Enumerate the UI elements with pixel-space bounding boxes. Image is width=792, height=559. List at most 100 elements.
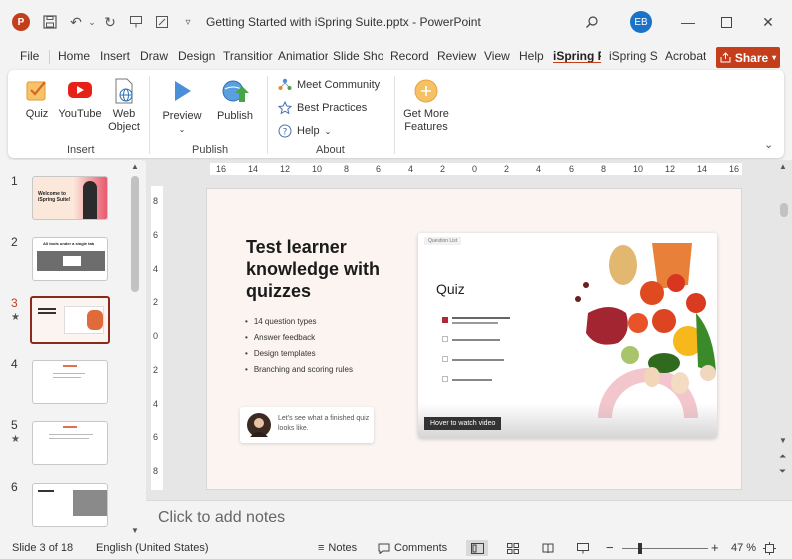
tab-home[interactable]: Home	[58, 49, 90, 63]
ruler-tick-label: 6	[153, 230, 159, 240]
slide-number: 3	[11, 296, 18, 310]
slide-thumbnail-2[interactable]: All tools under a single tab	[32, 237, 108, 281]
quiz-option-checkbox	[442, 356, 448, 362]
zoom-slider-thumb[interactable]	[638, 543, 642, 554]
tab-transitions[interactable]: Transitior	[223, 49, 273, 63]
ruler-tick-label: 6	[376, 164, 382, 174]
slide-thumbnail-1[interactable]: Welcome to iSpring Suite!	[32, 176, 108, 220]
tab-animations[interactable]: Animatior	[278, 49, 328, 63]
help-button[interactable]: ? Help ⌄	[278, 124, 331, 138]
preview-label: Preview	[162, 110, 202, 122]
undo-dropdown-icon[interactable]: ⌄	[82, 12, 102, 32]
search-icon[interactable]	[582, 12, 602, 32]
scroll-down-icon[interactable]: ▼	[131, 526, 139, 535]
help-dropdown-icon: ⌄	[324, 126, 332, 136]
speech-bubble[interactable]: Let's see what a finished quiz looks lik…	[240, 407, 374, 443]
tab-design[interactable]: Design	[178, 49, 215, 63]
slide-title[interactable]: Test learner knowledge with quizzes	[246, 236, 396, 302]
draw-icon[interactable]	[152, 12, 172, 32]
web-object-button[interactable]: Web Object	[105, 78, 143, 134]
web-object-label-1: Web	[112, 108, 136, 120]
tab-slide-show[interactable]: Slide Sho	[333, 49, 383, 63]
youtube-icon	[68, 82, 92, 98]
zoom-out-icon[interactable]: −	[606, 540, 614, 555]
best-practices-button[interactable]: Best Practices	[278, 101, 367, 115]
quiz-icon	[26, 81, 46, 101]
slide-thumbnail-4[interactable]	[32, 360, 108, 404]
tab-file[interactable]: File	[20, 49, 39, 63]
get-more-features-button[interactable]: Get More Features	[401, 78, 451, 134]
notes-icon: ≡	[318, 542, 325, 554]
thumb-text-line	[63, 365, 77, 367]
tab-ispring-free[interactable]: iSpring F	[553, 49, 601, 63]
slide-thumbnail-6[interactable]	[32, 483, 108, 527]
share-button[interactable]: Share ▾	[716, 47, 780, 68]
tab-acrobat[interactable]: Acrobat	[665, 49, 706, 63]
zoom-level-label[interactable]: 47 %	[731, 542, 756, 554]
scroll-up-icon[interactable]: ▲	[131, 162, 139, 171]
fit-to-window-icon[interactable]	[763, 542, 776, 555]
notes-label: Notes	[328, 542, 358, 554]
notes-button[interactable]: ≡ Notes	[318, 542, 357, 554]
slide-number: 5	[11, 418, 18, 432]
youtube-button[interactable]: YouTube	[58, 78, 102, 121]
slide-thumbnail-5[interactable]	[32, 421, 108, 465]
hover-to-watch-label[interactable]: Hover to watch video	[424, 417, 502, 430]
previous-slide-icon[interactable]: ⏶	[779, 451, 786, 461]
normal-view-icon[interactable]	[466, 540, 488, 556]
redo-icon[interactable]: ↻	[100, 12, 120, 32]
next-slide-icon[interactable]: ⏷	[779, 466, 786, 476]
preview-button[interactable]: Preview ⌄	[160, 78, 204, 136]
zoom-in-icon[interactable]: +	[711, 540, 719, 555]
get-more-label: Get More	[403, 108, 449, 120]
quiz-button[interactable]: Quiz	[22, 78, 52, 121]
quiz-card-title: Quiz	[436, 281, 465, 297]
quiz-option-checkbox	[442, 376, 448, 382]
web-object-icon	[115, 78, 133, 104]
thumb-person-image	[83, 181, 97, 219]
notes-pane[interactable]: Click to add notes	[146, 500, 792, 538]
language-label[interactable]: English (United States)	[96, 542, 209, 554]
tab-review[interactable]: Review	[437, 49, 476, 63]
customize-toolbar-icon[interactable]: ▿	[178, 12, 198, 32]
tab-record[interactable]: Record	[390, 49, 429, 63]
tab-ispring-suite[interactable]: iSpring S	[609, 49, 659, 63]
present-icon[interactable]	[126, 12, 146, 32]
slide-sorter-icon[interactable]	[502, 540, 524, 556]
bullet-list[interactable]: 14 question types Answer feedback Design…	[245, 314, 353, 378]
bullet-item: Design templates	[245, 346, 353, 362]
share-label: Share	[734, 50, 769, 65]
slide-canvas[interactable]: Test learner knowledge with quizzes 14 q…	[206, 188, 742, 490]
tab-help[interactable]: Help	[519, 49, 544, 63]
reading-view-icon[interactable]	[537, 540, 559, 556]
maximize-icon[interactable]	[716, 12, 736, 32]
ribbon-divider	[267, 76, 268, 154]
collapse-ribbon-icon[interactable]: ⌄	[764, 138, 773, 151]
tab-view[interactable]: View	[484, 49, 510, 63]
ribbon-divider	[149, 76, 150, 154]
meet-community-button[interactable]: Meet Community	[278, 78, 380, 92]
publish-button[interactable]: Publish	[213, 78, 257, 123]
thumb-text-line	[38, 490, 54, 492]
tab-insert[interactable]: Insert	[100, 49, 130, 63]
zoom-slider-track[interactable]	[622, 548, 708, 549]
save-icon[interactable]	[40, 12, 60, 32]
quiz-preview-card[interactable]: Question List Quiz Hover to watch video	[418, 233, 717, 438]
quiz-option-line	[452, 379, 492, 381]
tab-draw[interactable]: Draw	[140, 49, 168, 63]
comments-button[interactable]: Comments	[378, 542, 447, 554]
scroll-down-icon[interactable]: ▼	[779, 436, 787, 445]
scroll-up-icon[interactable]: ▲	[779, 162, 787, 171]
editor-scrollbar-thumb[interactable]	[780, 203, 788, 217]
thumb-screenshot	[73, 490, 107, 516]
star-icon	[278, 101, 292, 115]
notes-placeholder[interactable]: Click to add notes	[158, 509, 285, 527]
slide-panel-scrollbar[interactable]	[131, 176, 139, 292]
close-icon[interactable]: ✕	[758, 12, 778, 32]
slideshow-view-icon[interactable]	[572, 540, 594, 556]
quiz-option-checkbox	[442, 317, 448, 323]
thumb-text-line	[53, 377, 81, 378]
user-avatar[interactable]: EB	[630, 11, 652, 33]
slide-thumbnail-3[interactable]	[30, 296, 110, 344]
minimize-icon[interactable]: —	[678, 12, 698, 32]
